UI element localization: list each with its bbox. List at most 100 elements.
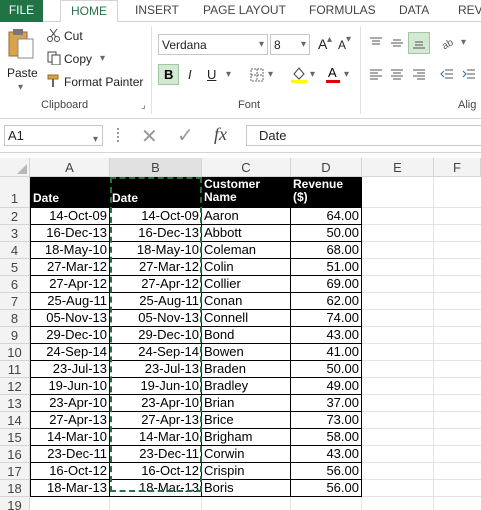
- table-cell[interactable]: Conan: [202, 293, 291, 310]
- table-cell[interactable]: Colin: [202, 259, 291, 276]
- table-cell[interactable]: Connell: [202, 310, 291, 327]
- table-cell[interactable]: 18-Mar-13: [30, 480, 110, 497]
- align-top-icon[interactable]: [369, 36, 383, 50]
- table-cell[interactable]: 49.00: [291, 378, 362, 395]
- table-cell[interactable]: 18-May-10: [110, 242, 202, 259]
- name-box[interactable]: A1 ▾: [4, 125, 103, 146]
- row-header-10[interactable]: 10: [0, 344, 30, 361]
- orientation-dropdown-icon[interactable]: ▾: [461, 37, 466, 48]
- table-cell[interactable]: 23-Apr-10: [30, 395, 110, 412]
- table-cell[interactable]: 69.00: [291, 276, 362, 293]
- table-cell[interactable]: Brigham: [202, 429, 291, 446]
- row-header-12[interactable]: 12: [0, 378, 30, 395]
- table-cell[interactable]: 62.00: [291, 293, 362, 310]
- increase-indent-icon[interactable]: [462, 68, 476, 82]
- header-cell[interactable]: Date: [110, 177, 202, 208]
- align-middle-icon[interactable]: [390, 36, 404, 50]
- table-cell[interactable]: 64.00: [291, 208, 362, 225]
- row-header-15[interactable]: 15: [0, 429, 30, 446]
- borders-dropdown-icon[interactable]: ▾: [268, 69, 273, 80]
- table-cell[interactable]: 58.00: [291, 429, 362, 446]
- table-cell[interactable]: 27-Apr-12: [30, 276, 110, 293]
- tab-home[interactable]: HOME: [60, 0, 118, 23]
- cut-button[interactable]: Cut: [64, 29, 83, 43]
- table-cell[interactable]: 56.00: [291, 463, 362, 480]
- worksheet-grid[interactable]: ABCDEF 1 2 3 4 5 6 7 8 9 10 11 12 13 14 15 16 17 18 19 Dat…: [0, 153, 481, 510]
- row-header-4[interactable]: 4: [0, 242, 30, 259]
- copy-icon[interactable]: [47, 51, 61, 65]
- cut-icon[interactable]: [47, 28, 61, 42]
- table-cell[interactable]: 18-May-10: [30, 242, 110, 259]
- tab-data[interactable]: DATA: [399, 0, 429, 22]
- table-cell[interactable]: Collier: [202, 276, 291, 293]
- table-cell[interactable]: 27-Mar-12: [30, 259, 110, 276]
- table-cell[interactable]: 51.00: [291, 259, 362, 276]
- bold-button[interactable]: B: [158, 64, 179, 85]
- table-cell[interactable]: 56.00: [291, 480, 362, 497]
- table-cell[interactable]: 23-Apr-10: [110, 395, 202, 412]
- table-cell[interactable]: Brice: [202, 412, 291, 429]
- fill-color-dropdown-icon[interactable]: ▾: [310, 69, 315, 80]
- table-cell[interactable]: 05-Nov-13: [110, 310, 202, 327]
- enter-icon[interactable]: ✓: [177, 123, 194, 148]
- borders-icon[interactable]: [250, 68, 264, 82]
- row-header-1[interactable]: 1: [0, 177, 30, 208]
- copy-dropdown-icon[interactable]: ▾: [100, 53, 105, 64]
- font-color-button[interactable]: A: [325, 65, 341, 85]
- underline-button[interactable]: U: [207, 67, 216, 82]
- table-cell[interactable]: 14-Mar-10: [30, 429, 110, 446]
- table-cell[interactable]: 27-Mar-12: [110, 259, 202, 276]
- decrease-indent-icon[interactable]: [440, 68, 454, 82]
- paste-button[interactable]: Paste ▾: [3, 28, 39, 96]
- table-cell[interactable]: 41.00: [291, 344, 362, 361]
- row-header-18[interactable]: 18: [0, 480, 30, 497]
- tab-formulas[interactable]: FORMULAS: [309, 0, 376, 22]
- table-cell[interactable]: 23-Dec-11: [110, 446, 202, 463]
- tab-insert[interactable]: INSERT: [135, 0, 179, 22]
- table-cell[interactable]: Crispin: [202, 463, 291, 480]
- table-cell[interactable]: Coleman: [202, 242, 291, 259]
- font-color-dropdown-icon[interactable]: ▾: [344, 69, 349, 80]
- table-cell[interactable]: 68.00: [291, 242, 362, 259]
- column-header-f[interactable]: F: [434, 158, 481, 177]
- table-cell[interactable]: 25-Aug-11: [110, 293, 202, 310]
- orientation-icon[interactable]: ab: [442, 36, 460, 50]
- align-center-icon[interactable]: [390, 68, 404, 82]
- header-cell[interactable]: Customer Name: [202, 177, 291, 208]
- row-header-5[interactable]: 5: [0, 259, 30, 276]
- row-header-9[interactable]: 9: [0, 327, 30, 344]
- select-all-corner[interactable]: [0, 158, 30, 177]
- tab-file[interactable]: FILE: [0, 0, 43, 22]
- column-header-d[interactable]: D: [291, 158, 362, 177]
- row-header-2[interactable]: 2: [0, 208, 30, 225]
- table-cell[interactable]: Corwin: [202, 446, 291, 463]
- row-header-19[interactable]: 19: [0, 497, 30, 510]
- table-cell[interactable]: 37.00: [291, 395, 362, 412]
- table-cell[interactable]: 16-Oct-12: [30, 463, 110, 480]
- table-cell[interactable]: Bond: [202, 327, 291, 344]
- table-cell[interactable]: 27-Apr-13: [110, 412, 202, 429]
- copy-button[interactable]: Copy: [64, 52, 92, 66]
- paste-dropdown-icon[interactable]: ▾: [18, 82, 23, 93]
- table-cell[interactable]: 29-Dec-10: [30, 327, 110, 344]
- table-cell[interactable]: 24-Sep-14: [30, 344, 110, 361]
- align-right-icon[interactable]: [412, 68, 426, 82]
- row-header-7[interactable]: 7: [0, 293, 30, 310]
- table-cell[interactable]: 23-Jul-13: [30, 361, 110, 378]
- table-cell[interactable]: Bradley: [202, 378, 291, 395]
- cancel-icon[interactable]: ✕: [141, 124, 158, 149]
- row-header-14[interactable]: 14: [0, 412, 30, 429]
- table-cell[interactable]: 27-Apr-12: [110, 276, 202, 293]
- table-cell[interactable]: Abbott: [202, 225, 291, 242]
- table-cell[interactable]: 24-Sep-14: [110, 344, 202, 361]
- table-cell[interactable]: Bowen: [202, 344, 291, 361]
- table-cell[interactable]: 19-Jun-10: [110, 378, 202, 395]
- format-painter-icon[interactable]: [47, 74, 61, 88]
- insert-function-button[interactable]: fx: [214, 124, 227, 145]
- underline-dropdown-icon[interactable]: ▾: [226, 69, 231, 80]
- align-left-icon[interactable]: [369, 68, 383, 82]
- column-header-c[interactable]: C: [202, 158, 291, 177]
- table-cell[interactable]: 23-Jul-13: [110, 361, 202, 378]
- column-header-a[interactable]: A: [30, 158, 110, 177]
- row-header-3[interactable]: 3: [0, 225, 30, 242]
